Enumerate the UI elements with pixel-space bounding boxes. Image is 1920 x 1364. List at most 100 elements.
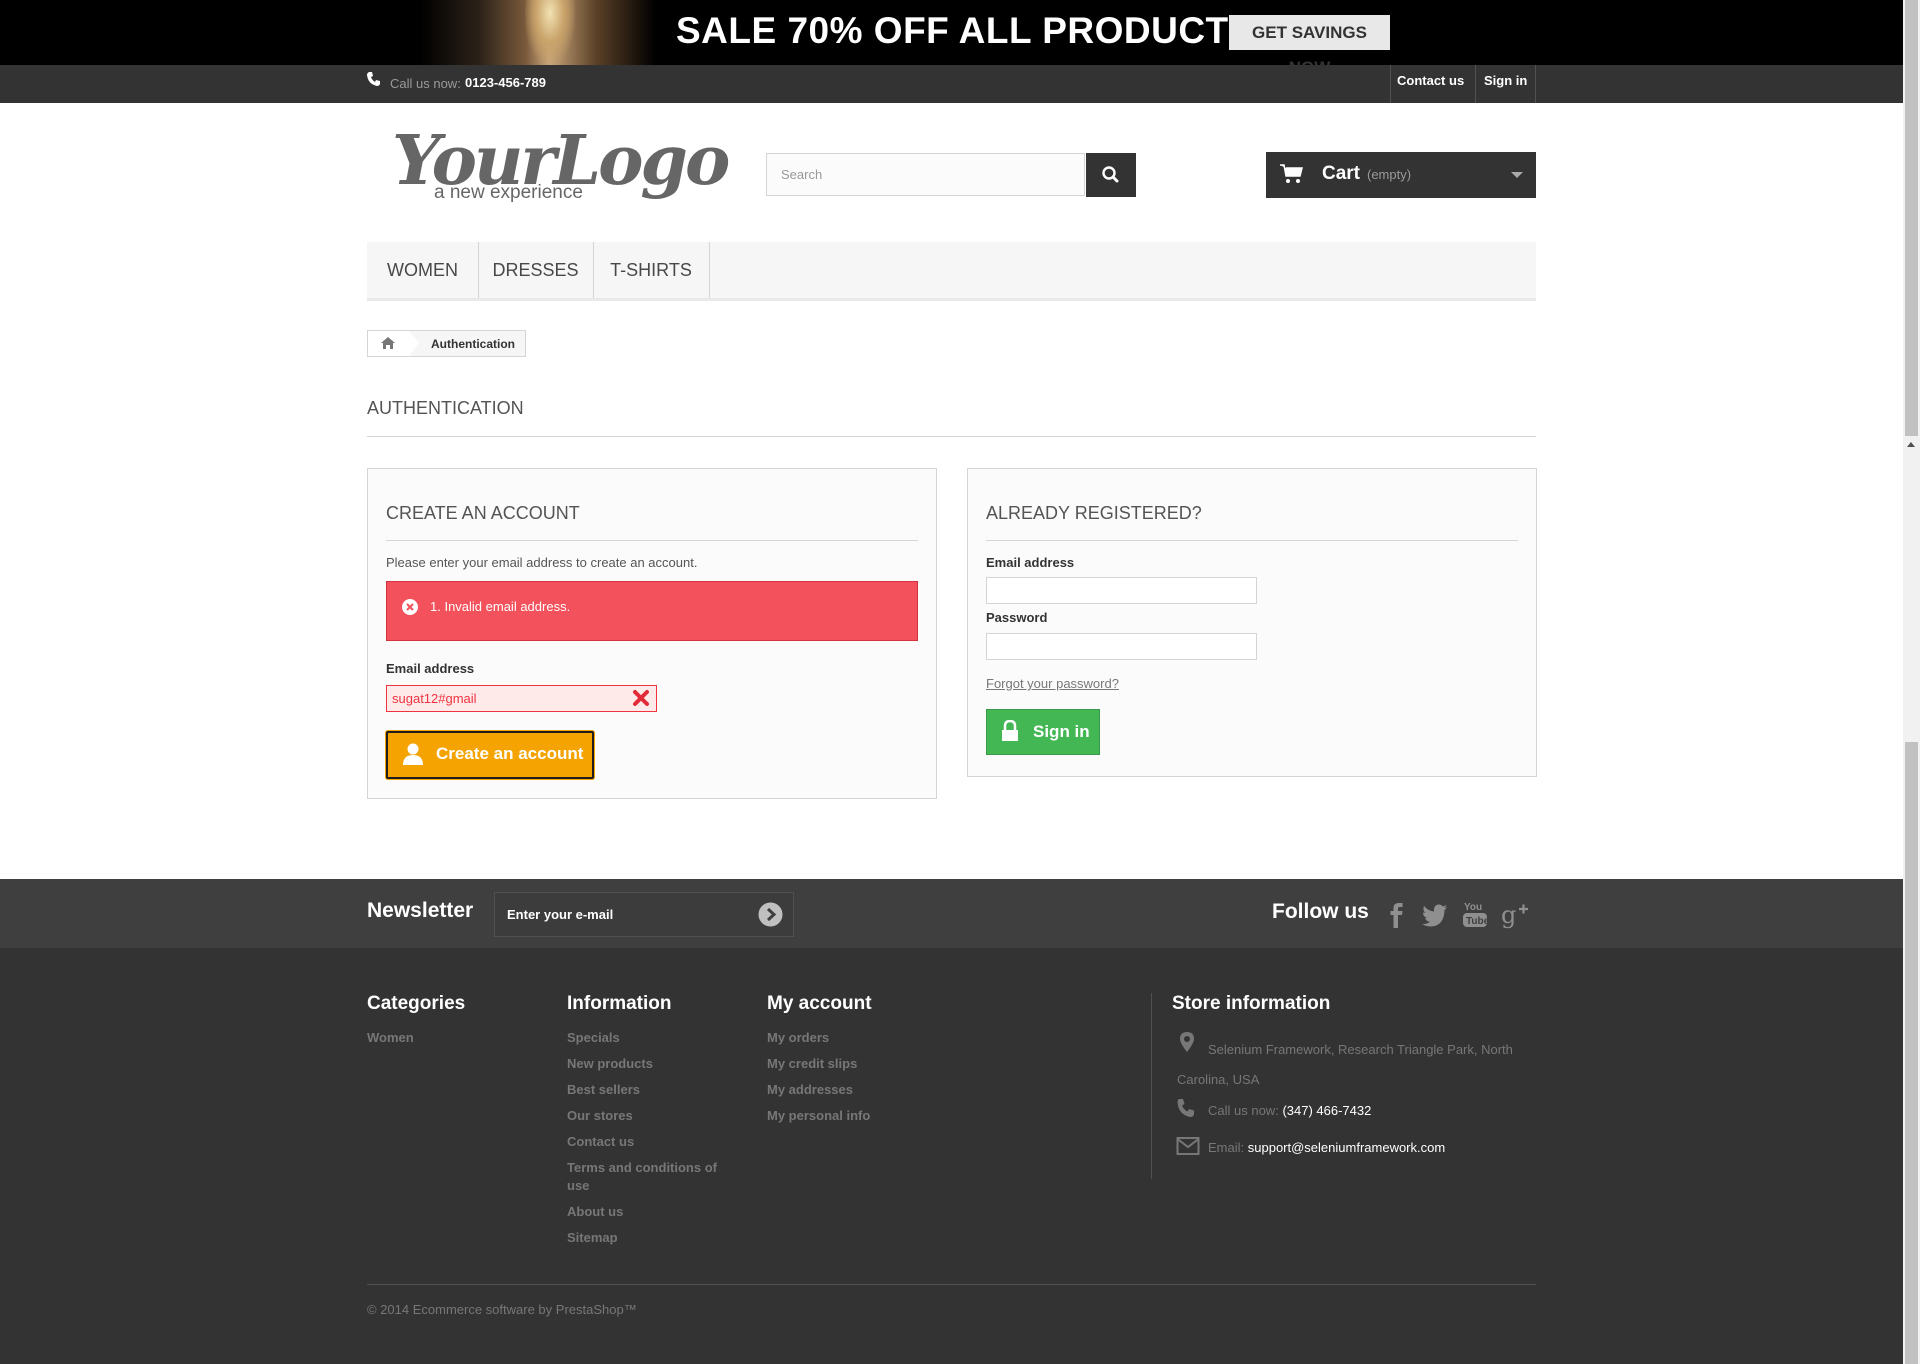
store-phone-number: (347) 466-7432 bbox=[1282, 1103, 1372, 1118]
newsletter-title: Newsletter bbox=[367, 899, 474, 922]
footer-account-title[interactable]: My account bbox=[767, 993, 872, 1015]
phone-icon bbox=[1177, 1099, 1194, 1117]
footer-link[interactable]: Sitemap bbox=[567, 1229, 618, 1247]
promo-banner[interactable]: SALE 70% OFF ALL PRODUCTS GET SAVINGS NO… bbox=[0, 0, 1903, 77]
cart-label: Cart bbox=[1322, 163, 1361, 184]
error-alert: 1. Invalid email address. bbox=[386, 581, 918, 641]
create-account-label: Create an account bbox=[436, 744, 584, 763]
footer-categories-title[interactable]: Categories bbox=[367, 993, 465, 1015]
search-icon bbox=[1102, 166, 1119, 183]
footer-link[interactable]: About us bbox=[567, 1203, 623, 1221]
cart-icon bbox=[1280, 164, 1303, 183]
menu-item-tshirts[interactable]: T-SHIRTS bbox=[593, 242, 710, 298]
call-us-number: 0123-456-789 bbox=[465, 75, 546, 90]
store-email-link[interactable]: support@seleniumframework.com bbox=[1248, 1140, 1445, 1155]
footer-link[interactable]: Terms and conditions of use bbox=[567, 1159, 737, 1195]
divider bbox=[1475, 65, 1476, 103]
sign-in-link[interactable]: Sign in bbox=[1484, 73, 1527, 88]
menu-item-dresses[interactable]: DRESSES bbox=[478, 242, 594, 298]
chevron-down-icon bbox=[1511, 172, 1523, 178]
create-account-button[interactable]: Create an account bbox=[386, 731, 594, 779]
login-title: ALREADY REGISTERED? bbox=[986, 503, 1202, 523]
user-icon bbox=[403, 743, 423, 765]
divider bbox=[1535, 65, 1536, 103]
svg-text:Tube: Tube bbox=[1466, 916, 1489, 927]
google-plus-icon[interactable]: g bbox=[1501, 899, 1529, 929]
svg-text:You: You bbox=[1464, 902, 1482, 913]
footer-link[interactable]: Our stores bbox=[567, 1107, 633, 1125]
cart-button[interactable]: Cart (empty) bbox=[1266, 152, 1536, 198]
page-scrollbar[interactable] bbox=[1903, 0, 1920, 1364]
breadcrumb-home[interactable] bbox=[368, 331, 409, 356]
logo-tagline: a new experience bbox=[434, 182, 583, 203]
page-title: AUTHENTICATION bbox=[367, 398, 524, 418]
facebook-icon[interactable] bbox=[1382, 899, 1410, 929]
top-bar bbox=[0, 65, 1903, 103]
store-logo[interactable]: YourLogo a new experience bbox=[392, 126, 730, 206]
newsletter-submit-icon[interactable] bbox=[758, 902, 783, 927]
footer-link[interactable]: Women bbox=[367, 1029, 414, 1047]
menu-item-women[interactable]: WOMEN bbox=[367, 242, 479, 298]
divider bbox=[367, 436, 1536, 437]
sign-in-button[interactable]: Sign in bbox=[986, 709, 1100, 755]
cart-status: (empty) bbox=[1367, 167, 1412, 182]
contact-us-link[interactable]: Contact us bbox=[1397, 73, 1464, 88]
footer-link[interactable]: My credit slips bbox=[767, 1055, 857, 1073]
copyright-text[interactable]: © 2014 Ecommerce software by PrestaShop™ bbox=[367, 1302, 637, 1317]
footer-link[interactable]: Best sellers bbox=[567, 1081, 640, 1099]
invalid-x-icon bbox=[633, 690, 649, 706]
footer-link[interactable]: New products bbox=[567, 1055, 653, 1073]
youtube-icon[interactable]: You Tube bbox=[1461, 899, 1489, 929]
footer-store-title: Store information bbox=[1172, 993, 1331, 1014]
forgot-password-link[interactable]: Forgot your password? bbox=[986, 676, 1119, 691]
footer-link[interactable]: My addresses bbox=[767, 1081, 853, 1099]
store-phone: Call us now: (347) 466-7432 bbox=[1208, 1103, 1371, 1118]
create-email-input[interactable] bbox=[386, 685, 657, 712]
error-circle-icon bbox=[402, 599, 418, 615]
breadcrumb-separator bbox=[409, 331, 419, 356]
divider bbox=[367, 1284, 1536, 1285]
divider bbox=[1151, 993, 1152, 1179]
password-label: Password bbox=[986, 610, 1048, 625]
store-address: Selenium Framework, Research Triangle Pa… bbox=[1177, 1042, 1513, 1087]
store-phone-label: Call us now: bbox=[1208, 1103, 1279, 1118]
get-savings-button[interactable]: GET SAVINGS NOW bbox=[1229, 15, 1390, 77]
search-input[interactable] bbox=[766, 153, 1085, 196]
login-email-input[interactable] bbox=[986, 577, 1257, 604]
call-us-label: Call us now: bbox=[390, 76, 461, 91]
divider bbox=[986, 540, 1518, 541]
divider bbox=[386, 540, 918, 541]
footer-link[interactable]: My personal info bbox=[767, 1107, 870, 1125]
store-email-label: Email: bbox=[1208, 1140, 1245, 1155]
store-email: Email: support@seleniumframework.com bbox=[1208, 1140, 1445, 1155]
newsletter-bar bbox=[0, 879, 1903, 948]
page: SALE 70% OFF ALL PRODUCTS GET SAVINGS NO… bbox=[0, 0, 1903, 1364]
breadcrumb-current: Authentication bbox=[431, 337, 515, 351]
scroll-up-arrow[interactable] bbox=[1907, 442, 1915, 447]
footer-link[interactable]: Specials bbox=[567, 1029, 620, 1047]
error-message: 1. Invalid email address. bbox=[430, 599, 571, 614]
follow-us-title: Follow us bbox=[1272, 900, 1369, 923]
twitter-icon[interactable] bbox=[1421, 899, 1449, 929]
password-input[interactable] bbox=[986, 633, 1257, 660]
scrollbar-track-upper bbox=[1905, 0, 1918, 436]
login-email-label: Email address bbox=[986, 555, 1075, 570]
footer-information-title[interactable]: Information bbox=[567, 993, 672, 1015]
sign-in-label: Sign in bbox=[1033, 722, 1090, 741]
scrollbar-thumb[interactable] bbox=[1905, 742, 1918, 1364]
phone-icon bbox=[367, 72, 380, 86]
home-icon bbox=[381, 337, 395, 349]
create-account-intro: Please enter your email address to creat… bbox=[386, 555, 698, 570]
divider bbox=[1390, 65, 1391, 103]
footer bbox=[0, 948, 1903, 1364]
main-menu: WOMEN DRESSES T-SHIRTS bbox=[367, 242, 1536, 301]
footer-link[interactable]: Contact us bbox=[567, 1133, 634, 1151]
search-button[interactable] bbox=[1086, 153, 1136, 197]
banner-model-image bbox=[420, 0, 655, 65]
newsletter-email-input[interactable] bbox=[494, 892, 794, 937]
footer-link[interactable]: My orders bbox=[767, 1029, 829, 1047]
lock-icon bbox=[1002, 720, 1018, 741]
svg-text:g: g bbox=[1501, 901, 1516, 929]
banner-headline: SALE 70% OFF ALL PRODUCTS bbox=[676, 10, 1254, 51]
create-account-title: CREATE AN ACCOUNT bbox=[386, 503, 580, 523]
